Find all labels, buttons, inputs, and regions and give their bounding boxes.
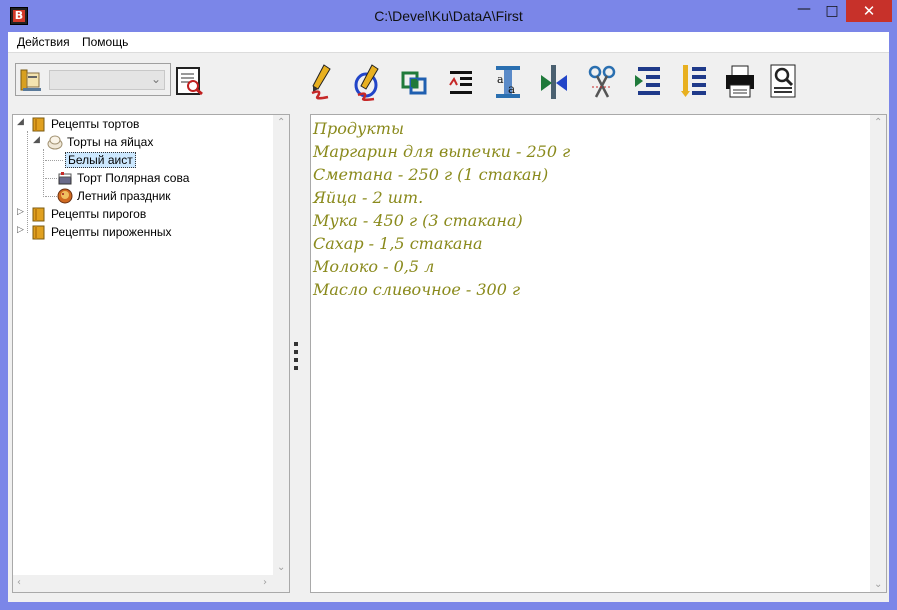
database-icon[interactable] [19,67,43,93]
egg-cake-icon [47,135,63,150]
pie-icon [57,188,73,204]
tree-item-label: Летний праздник [77,189,171,203]
tree-item-label: Белый аист [65,152,136,168]
expand-triangle-icon[interactable]: ▷ [17,207,24,217]
cut-button[interactable] [586,63,618,101]
cake-icon [58,172,72,185]
close-button[interactable]: ✕ [846,0,892,22]
scroll-right-icon[interactable]: › [263,577,267,588]
scroll-up-icon[interactable]: ⌃ [874,117,882,128]
text-line: Продукты [313,119,405,138]
document-search-icon [176,67,203,96]
print-button[interactable] [724,63,756,101]
font-size-button[interactable]: a a [492,63,524,101]
tree-panel[interactable]: ◢ Рецепты тортов ◢ Торты на яйцах Белый … [12,114,290,593]
app-window: B C:\Devel\Ku\DataA\First — □ ✕ Действия… [0,0,897,610]
edit-link-button[interactable] [352,63,384,101]
edit-link-icon [354,64,379,101]
copy-button[interactable] [399,63,431,101]
text-format-icon [449,71,472,94]
font-size-icon: a a [496,66,520,98]
scissors-icon [588,65,616,98]
svg-text:a: a [497,73,504,86]
chevron-down-icon[interactable]: ⌄ [151,72,161,86]
svg-text:a: a [508,82,515,96]
tree-item-label: Рецепты пирогов [51,207,147,221]
printer-icon [726,65,754,98]
maximize-button[interactable]: □ [818,0,846,22]
recipe-text: Продукты Маргарин для выпечки - 250 г См… [313,117,570,301]
text-line: Сахар - 1,5 стакана [313,234,483,253]
indent-button[interactable] [632,63,664,101]
book-icon [32,117,45,132]
menu-actions[interactable]: Действия [17,35,70,49]
text-line: Маргарин для выпечки - 250 г [313,142,571,161]
title-bar[interactable]: B C:\Devel\Ku\DataA\First — □ ✕ [0,0,897,32]
scroll-corner [273,575,289,592]
database-combo[interactable]: ⌄ [49,70,165,90]
edit-pencil-button[interactable] [306,63,338,101]
tree-vertical-scrollbar[interactable]: ⌃ ⌄ [273,115,289,575]
collapse-triangle-icon[interactable]: ◢ [33,135,40,145]
scroll-down-icon[interactable]: ⌄ [277,562,285,573]
text-line: Мука - 450 г (3 стакана) [313,211,523,230]
menu-bar: Действия Помощь [8,32,889,52]
merge-arrows-icon [541,65,567,99]
text-line: Масло сливочное - 300 г [313,280,521,299]
tree-item-label: Торты на яйцах [67,135,154,149]
tree-item-label: Рецепты тортов [51,117,140,131]
merge-button[interactable] [538,63,570,101]
text-format-button[interactable] [446,63,478,101]
indent-list-icon [635,67,660,95]
copy-squares-icon [401,71,427,95]
collapse-triangle-icon[interactable]: ◢ [17,117,24,127]
toolbar: ⌄ a a [8,52,889,111]
scroll-left-icon[interactable]: ‹ [17,577,21,588]
book-icon [32,225,45,240]
outline-button[interactable] [678,63,710,101]
preview-icon [770,64,796,98]
edit-pencil-icon [311,64,331,100]
content-vertical-scrollbar[interactable]: ⌃ ⌄ [870,115,886,592]
book-icon [32,207,45,222]
panel-splitter-grip[interactable] [294,342,298,374]
preview-button[interactable] [768,63,800,101]
expand-triangle-icon[interactable]: ▷ [17,225,24,235]
tree-item-label: Торт Полярная сова [77,171,190,185]
tree-item-label: Рецепты пироженных [51,225,172,239]
outline-list-icon [681,65,706,97]
open-document-button[interactable] [174,64,206,102]
client-area: Действия Помощь ⌄ a a ◢ Рецепты тортов ◢… [8,32,889,602]
text-line: Молоко - 0,5 л [313,257,435,276]
database-selector: ⌄ [15,63,171,96]
text-line: Сметана - 250 г (1 стакан) [313,165,549,184]
scroll-up-icon[interactable]: ⌃ [277,117,285,128]
text-line: Яйца - 2 шт. [313,188,424,207]
recipe-text-area[interactable]: Продукты Маргарин для выпечки - 250 г См… [310,114,887,593]
window-title: C:\Devel\Ku\DataA\First [374,8,523,24]
menu-help[interactable]: Помощь [82,35,128,49]
minimize-button[interactable]: — [790,0,818,22]
scroll-down-icon[interactable]: ⌄ [874,579,882,590]
tree-horizontal-scrollbar[interactable]: ‹ › [13,575,273,592]
